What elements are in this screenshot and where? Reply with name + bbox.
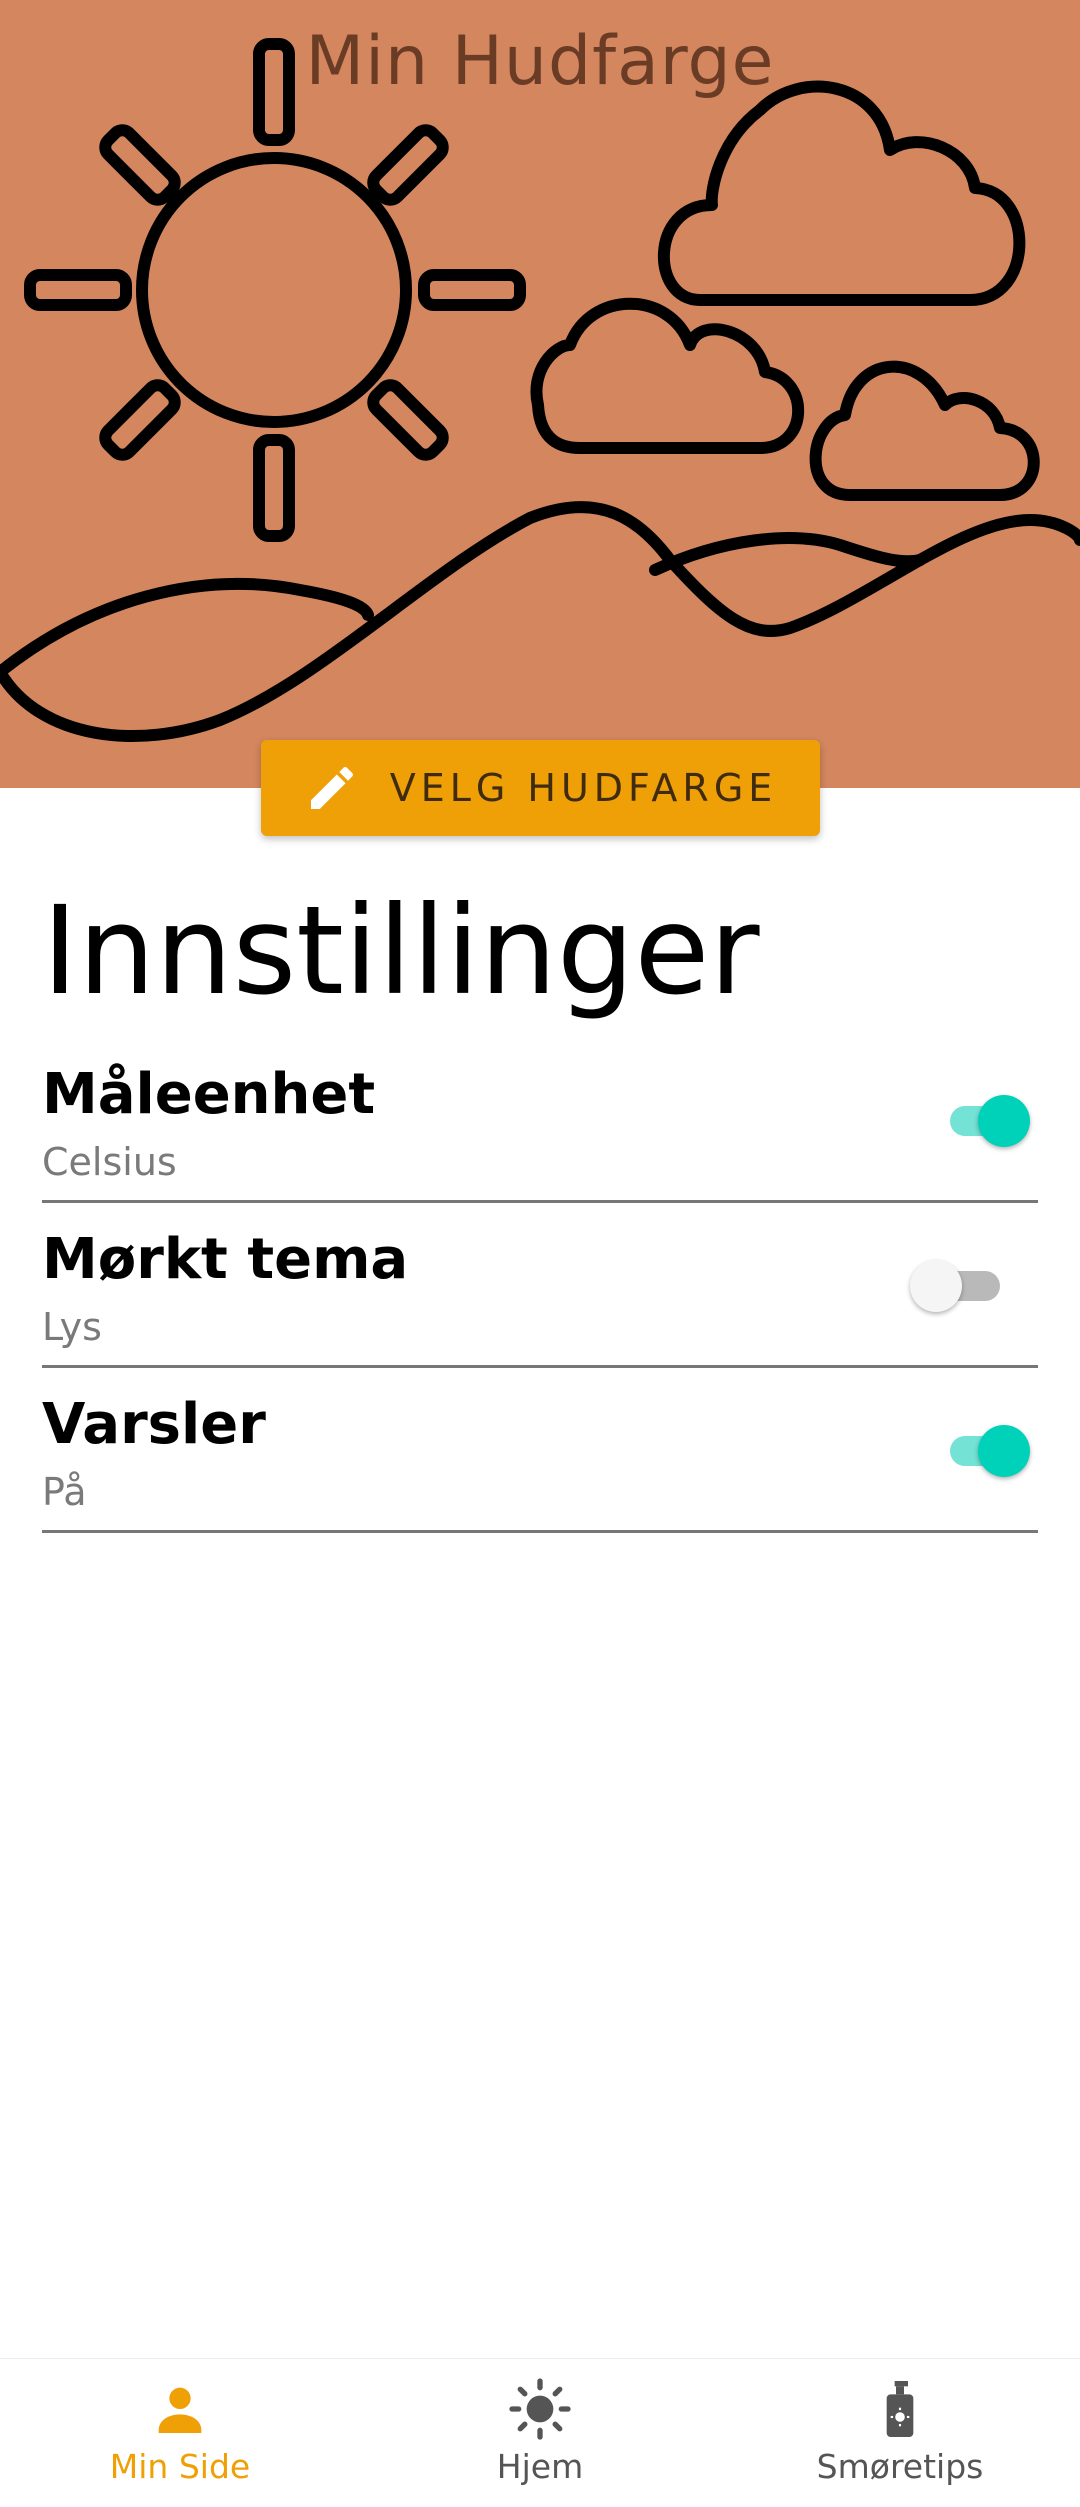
pencil-icon [310,766,353,809]
nav-item-hjem[interactable]: Hjem [360,2359,720,2507]
setting-notifications-label: Varsler [42,1392,266,1457]
nav-item-min-side-label: Min Side [109,2447,251,2486]
sun-clouds-hills-illustration [0,38,1080,743]
person-icon [158,2387,202,2433]
dark-theme-toggle[interactable] [910,1257,1008,1313]
notifications-toggle-thumb [978,1425,1030,1477]
setting-unit-value: Celsius [42,1140,177,1184]
setting-unit: Måleenhet Celsius [42,1040,1038,1203]
nav-item-smoretips-label: Smøretips [816,2447,984,2486]
setting-dark-theme: Mørkt tema Lys [42,1205,1038,1368]
setting-dark-theme-value: Lys [42,1305,102,1349]
notifications-toggle[interactable] [944,1422,1030,1478]
sunscreen-bottle-icon [886,2381,914,2437]
setting-notifications-value: På [42,1470,87,1514]
unit-toggle[interactable] [944,1092,1030,1148]
nav-item-hjem-label: Hjem [496,2447,584,2486]
bottom-navigation: Min Side Hjem Smøretips [0,2358,1080,2507]
nav-item-smoretips[interactable]: Smøretips [720,2359,1080,2507]
settings-title: Innstillinger [42,880,760,1022]
setting-notifications: Varsler På [42,1370,1038,1533]
nav-item-min-side[interactable]: Min Side [0,2359,360,2507]
unit-toggle-thumb [978,1095,1030,1147]
dark-theme-toggle-thumb [910,1260,962,1312]
hero-banner: Min Hudfarge [0,0,1080,788]
setting-unit-label: Måleenhet [42,1062,376,1127]
hero-title: Min Hudfarge [305,22,775,101]
choose-skin-color-label: VELG HUDFARGE [389,766,778,810]
sun-icon [509,2378,571,2440]
setting-dark-theme-label: Mørkt tema [42,1227,409,1292]
choose-skin-color-button[interactable]: VELG HUDFARGE [261,740,820,836]
